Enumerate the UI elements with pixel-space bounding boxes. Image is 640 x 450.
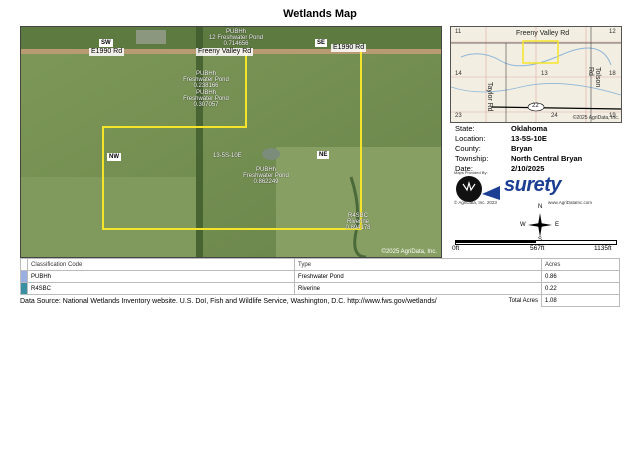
farm-buildings xyxy=(136,30,166,44)
compass-e: E xyxy=(555,222,560,228)
compass-icon xyxy=(528,213,552,237)
township-value: North Central Bryan xyxy=(511,154,583,163)
legend-type: Freshwater Pond xyxy=(294,270,542,283)
corner-label-sw: SW xyxy=(99,39,113,47)
scale-bar: 0ft 567ft 1135ft xyxy=(452,240,622,256)
map-copyright: ©2025 AgriData, Inc. xyxy=(381,249,437,255)
wetland-label-4: PUBHh Freshwater Pond 0.862249 xyxy=(231,167,301,185)
total-acres-value: 1.08 xyxy=(541,294,620,307)
wetland-1-acres: 0.714656 xyxy=(223,41,249,47)
township-number: 14 xyxy=(455,71,462,77)
compass-rose: N S W E xyxy=(510,204,570,243)
wetland-3-acres: 0.307057 xyxy=(193,102,219,108)
legend-code: PUBHh xyxy=(27,270,295,283)
township-number: 12 xyxy=(609,29,616,35)
tree-line xyxy=(196,27,203,257)
surety-brand: surety xyxy=(504,174,562,196)
compass-n: N xyxy=(538,204,543,210)
aerial-map[interactable]: E1990 Rd Freeny Valley Rd E1990 Rd SW SE… xyxy=(20,26,442,258)
scale-label-0: 0ft xyxy=(452,245,460,252)
township-key: Township: xyxy=(455,154,489,163)
logo-copyright: © AgriData, Inc. 2023 xyxy=(454,200,497,205)
wetland-label-2: PUBHh Freshwater Pond 0.238166 xyxy=(176,71,236,89)
legend-header-row: Classification Code Type Acres xyxy=(20,258,620,271)
legend-code: R4SBC xyxy=(27,282,295,295)
township-number: 23 xyxy=(455,113,462,119)
legend-type: Riverine xyxy=(294,282,542,295)
wetland-2-acres: 0.238166 xyxy=(193,83,219,89)
township-number: 24 xyxy=(551,113,558,119)
legend-acres: 0.86 xyxy=(541,270,620,283)
wetland-4-acres: 0.862249 xyxy=(253,179,279,185)
locator-highway-label: 22 xyxy=(532,103,539,109)
provider-logo[interactable]: Maps Provided By: surety © AgriData, Inc… xyxy=(452,170,622,212)
property-info: State: Oklahoma Location: 13-5S-10E County… xyxy=(455,124,582,174)
county-value: Bryan xyxy=(511,144,533,153)
locator-copyright: ©2025 AgriData, Inc. xyxy=(572,115,619,121)
legend-header-swatch xyxy=(20,258,28,271)
locator-road-taylor: Taylor Rd xyxy=(486,82,493,112)
road-label-freeny-valley: Freeny Valley Rd xyxy=(196,48,254,56)
township-number: 11 xyxy=(455,29,462,35)
legend-swatch-r4sbc xyxy=(20,282,28,295)
locator-road-tolson: Tolson Rd xyxy=(587,67,601,88)
corner-label-se: SE xyxy=(315,39,328,47)
locator-road-freeny: Freeny Valley Rd xyxy=(516,30,570,37)
corner-label-nw: NW xyxy=(107,153,121,161)
road-label-e1990-east: E1990 Rd xyxy=(331,44,367,52)
page-title: Wetlands Map xyxy=(283,8,357,20)
scale-label-mid: 567ft xyxy=(530,245,545,252)
scale-label-max: 1135ft xyxy=(594,245,612,252)
wetland-1-prefix: 12 xyxy=(208,35,216,41)
township-number: 13 xyxy=(541,71,548,77)
corner-label-ne: NE xyxy=(317,151,330,159)
scale-bar-segment xyxy=(456,240,536,243)
legend-header-code: Classification Code xyxy=(27,258,295,271)
state-key: State: xyxy=(455,124,475,133)
township-number: 18 xyxy=(609,71,616,77)
legend-acres: 0.22 xyxy=(541,282,620,295)
location-key: Location: xyxy=(455,134,486,143)
legend-swatch-pubhh xyxy=(20,270,28,283)
logo-website: www.AgriDataInc.com xyxy=(548,200,593,205)
wetland-5-acres: 0.894178 xyxy=(345,225,371,231)
legend-header-acres: Acres xyxy=(541,258,620,271)
pond xyxy=(262,148,280,160)
legend-row: R4SBC Riverine 0.22 xyxy=(20,282,620,295)
legend-header-type: Type xyxy=(294,258,542,271)
wetland-label-1: PUBHh 12 Freshwater Pond 0.714656 xyxy=(201,29,271,47)
compass-w: W xyxy=(520,222,526,228)
wetland-label-5: R4SBC Riverine 0.894178 xyxy=(333,213,383,231)
road-label-e1990-west: E1990 Rd xyxy=(89,48,125,56)
data-source-note: Data Source: National Wetlands Inventory… xyxy=(20,298,437,305)
wetland-label-3: PUBHh Freshwater Pond 0.307057 xyxy=(176,90,236,108)
state-value: Oklahoma xyxy=(511,124,548,133)
county-key: County: xyxy=(455,144,481,153)
section-label: 13-5S-10E xyxy=(213,153,242,159)
locator-map[interactable]: Freeny Valley Rd Taylor Rd Tolson Rd 22 … xyxy=(450,26,622,123)
legend-row: PUBHh Freshwater Pond 0.86 xyxy=(20,270,620,283)
location-value: 13-5S-10E xyxy=(511,134,547,143)
